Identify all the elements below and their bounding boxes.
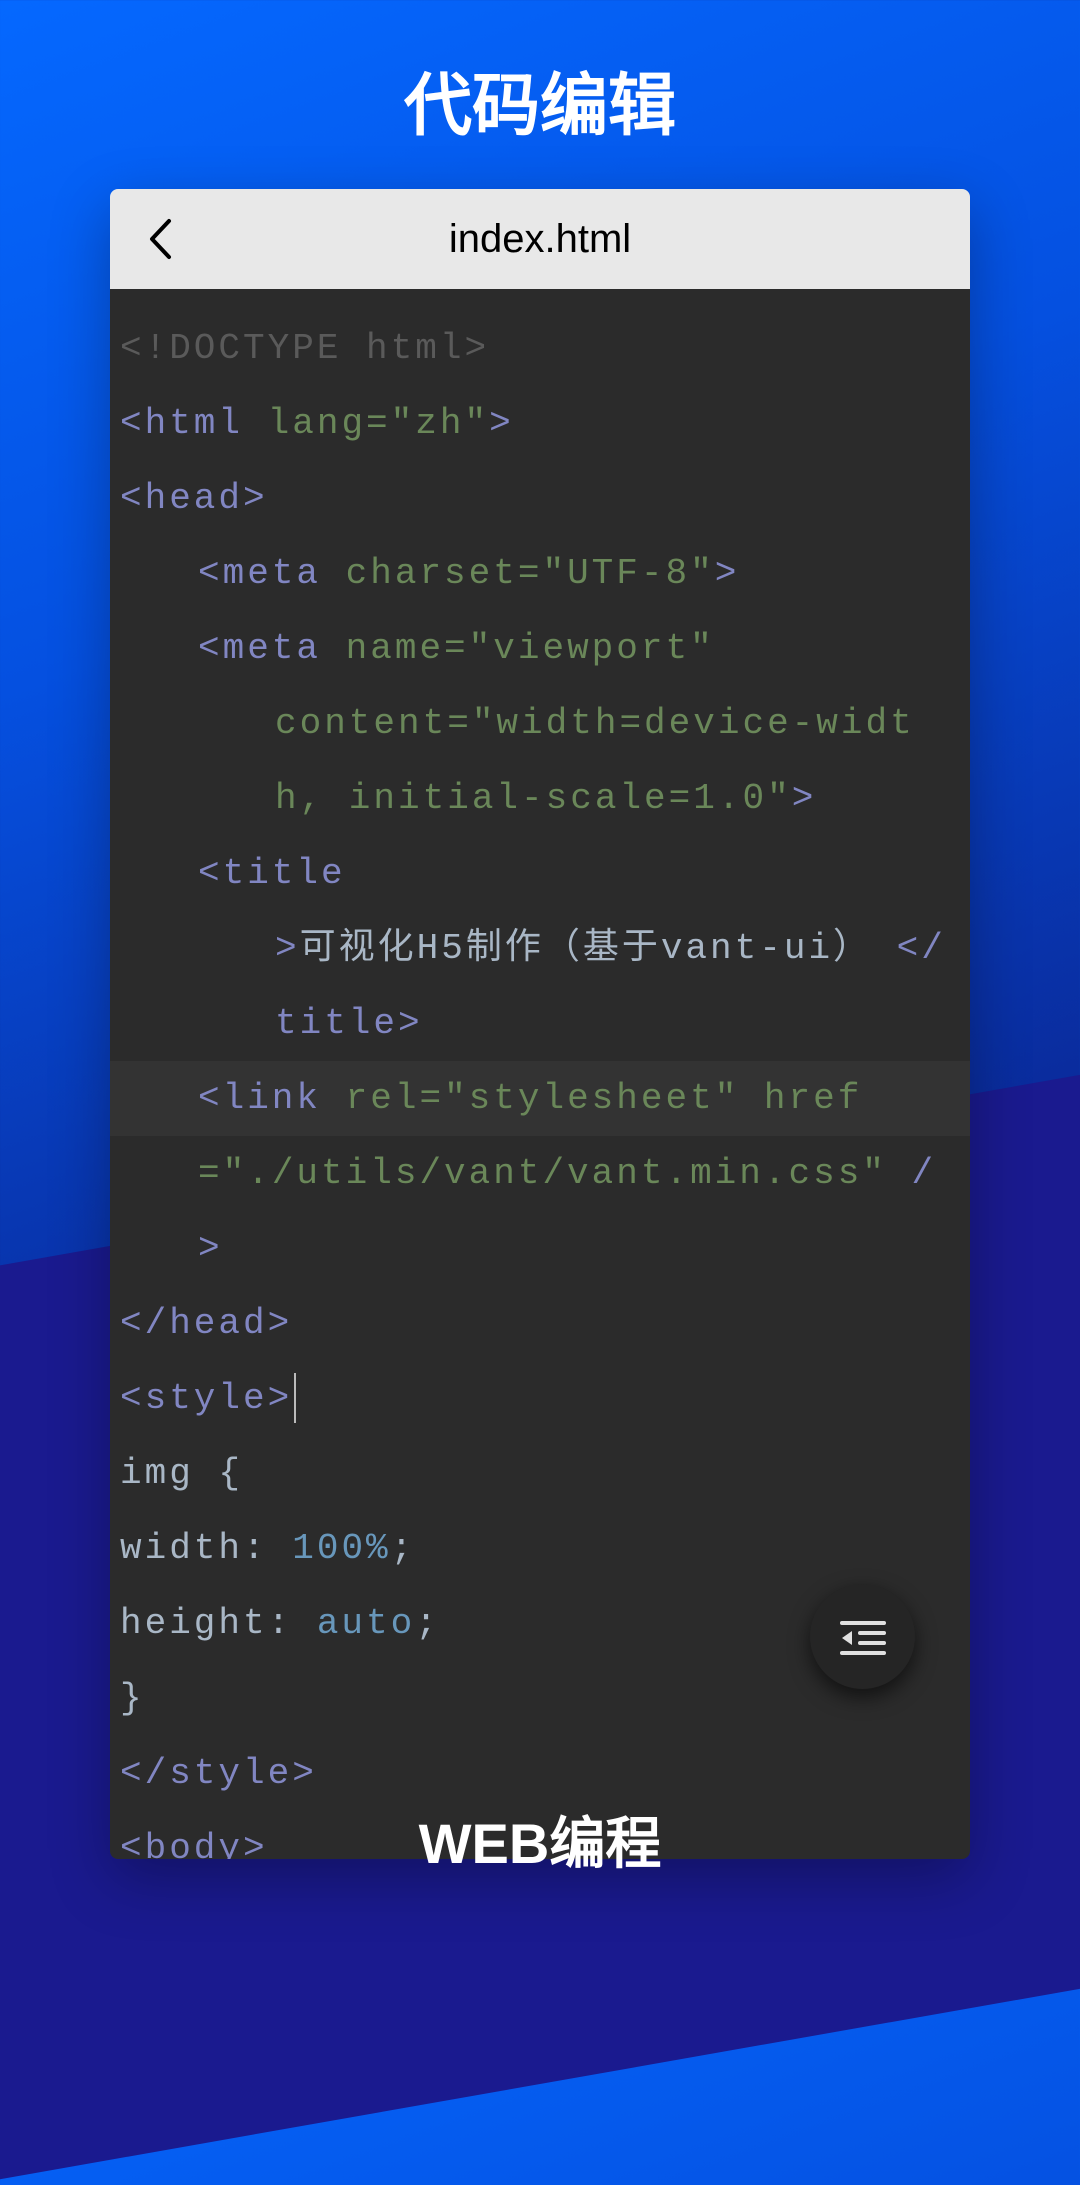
code-token: > [275, 928, 300, 969]
code-token: <meta [198, 628, 321, 669]
code-token: height: [120, 1603, 317, 1644]
code-token: auto [317, 1603, 415, 1644]
file-title: index.html [110, 217, 970, 262]
code-token: "stylesheet" [444, 1078, 739, 1119]
code-token: <link [198, 1078, 321, 1119]
code-token: <html [120, 403, 243, 444]
code-token: width: [120, 1528, 292, 1569]
page-header-title: 代码编辑 [0, 0, 1080, 189]
code-token: "./utils/vant/vant.min.css" [223, 1153, 887, 1194]
editor-header: index.html [110, 189, 970, 289]
outdent-fab-button[interactable] [810, 1584, 915, 1689]
code-token: </head> [120, 1303, 292, 1344]
code-token: name= [321, 628, 469, 669]
code-token: > [489, 403, 514, 444]
code-token: <!DOCTYPE html> [120, 328, 489, 369]
text-cursor [294, 1373, 296, 1423]
code-editor[interactable]: <!DOCTYPE html> <html lang="zh"> <head> … [110, 289, 970, 1859]
page-footer-title: WEB编程 [0, 1799, 1080, 1880]
code-token: content= [275, 703, 472, 744]
code-token: <title [198, 853, 346, 894]
code-token: "viewport" [469, 628, 715, 669]
outdent-icon [840, 1619, 886, 1655]
code-token: ; [415, 1603, 440, 1644]
code-token: charset= [321, 553, 542, 594]
code-token: } [120, 1678, 145, 1719]
code-token: <head> [120, 478, 268, 519]
code-token: > [792, 778, 817, 819]
code-token: <meta [198, 553, 321, 594]
code-token: ; [391, 1528, 416, 1569]
code-token: 可视化H5制作（基于vant-ui） [300, 928, 872, 969]
code-token: lang= [243, 403, 391, 444]
editor-window: index.html <!DOCTYPE html> <html lang="z… [110, 189, 970, 1859]
back-chevron-icon [147, 218, 173, 260]
back-button[interactable] [140, 219, 180, 259]
code-token: <style> [120, 1378, 292, 1419]
code-token: > [715, 553, 740, 594]
code-token: 100% [292, 1528, 390, 1569]
code-token [872, 928, 897, 969]
code-token: img { [120, 1453, 243, 1494]
code-token: </style> [120, 1753, 317, 1794]
code-token: rel= [321, 1078, 444, 1119]
code-token: "UTF-8" [542, 553, 714, 594]
code-token: "zh" [391, 403, 489, 444]
